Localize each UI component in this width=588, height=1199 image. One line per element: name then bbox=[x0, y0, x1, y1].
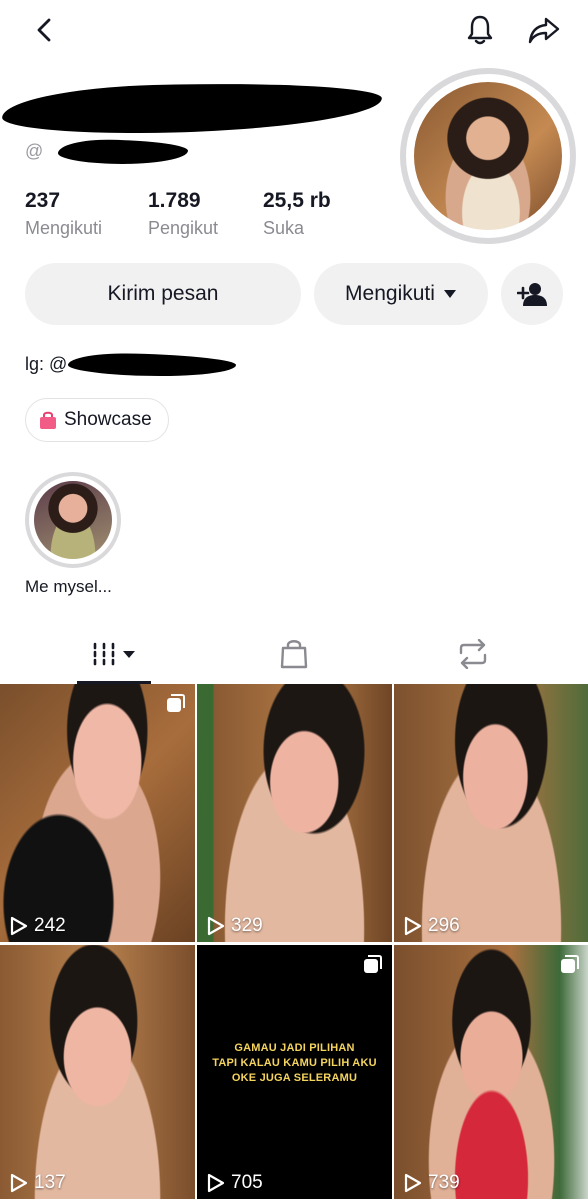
send-message-button[interactable]: Kirim pesan bbox=[25, 263, 301, 325]
view-count: 242 bbox=[10, 915, 66, 937]
following-label: Mengikuti bbox=[25, 218, 103, 238]
shopping-bag-icon bbox=[40, 411, 56, 429]
likes-label: Suka bbox=[263, 218, 305, 238]
avatar[interactable] bbox=[400, 68, 576, 244]
stat-likes[interactable]: 25,5 rb Suka bbox=[263, 188, 331, 240]
handle-redaction bbox=[57, 138, 189, 166]
view-count-value: 329 bbox=[231, 915, 263, 936]
showcase-label: Showcase bbox=[64, 409, 152, 430]
video-thumbnail[interactable]: 137 bbox=[0, 945, 195, 1199]
tab-reposts[interactable] bbox=[437, 624, 509, 684]
view-count: 739 bbox=[404, 1172, 460, 1194]
bag-icon bbox=[280, 640, 308, 669]
tab-videos[interactable] bbox=[77, 624, 151, 684]
view-count: 296 bbox=[404, 915, 460, 937]
grid-icon bbox=[93, 642, 135, 666]
view-count-value: 137 bbox=[34, 1172, 66, 1193]
followers-count: 1.789 bbox=[148, 189, 201, 212]
back-button[interactable] bbox=[23, 8, 67, 52]
bio-redaction bbox=[67, 351, 237, 379]
multi-photo-icon bbox=[561, 955, 579, 973]
chevron-left-icon bbox=[37, 18, 51, 42]
username-redaction bbox=[1, 79, 383, 137]
highlight-thumbnail bbox=[34, 481, 112, 559]
bell-icon bbox=[467, 15, 493, 45]
stat-followers[interactable]: 1.789 Pengikut bbox=[148, 188, 218, 240]
play-icon bbox=[404, 916, 422, 936]
video-thumbnail[interactable]: 739 bbox=[394, 945, 588, 1199]
view-count: 705 bbox=[207, 1172, 263, 1194]
likes-count: 25,5 rb bbox=[263, 189, 331, 212]
send-message-label: Kirim pesan bbox=[107, 282, 219, 305]
video-thumbnail[interactable]: 296 bbox=[394, 684, 588, 942]
multi-photo-icon bbox=[364, 955, 382, 973]
view-count-value: 705 bbox=[231, 1172, 263, 1193]
following-button-label: Mengikuti bbox=[345, 282, 435, 305]
play-icon bbox=[207, 1173, 225, 1193]
view-count-value: 296 bbox=[428, 915, 460, 936]
video-caption-overlay: GAMAU JADI PILIHAN TAPI KALAU KAMU PILIH… bbox=[197, 1041, 392, 1086]
caption-line: TAPI KALAU KAMU PILIH AKU bbox=[212, 1057, 377, 1069]
caption-line: OKE JUGA SELERAMU bbox=[231, 1072, 358, 1084]
play-icon bbox=[10, 916, 28, 936]
view-count: 329 bbox=[207, 915, 263, 937]
view-count-value: 242 bbox=[34, 915, 66, 936]
add-friend-button[interactable] bbox=[501, 263, 563, 325]
handle: @ bbox=[25, 141, 43, 162]
tab-shop[interactable] bbox=[258, 624, 330, 684]
following-count: 237 bbox=[25, 189, 61, 212]
view-count-value: 739 bbox=[428, 1172, 460, 1193]
caption-line: GAMAU JADI PILIHAN bbox=[234, 1042, 355, 1054]
video-thumbnail[interactable]: GAMAU JADI PILIHAN TAPI KALAU KAMU PILIH… bbox=[197, 945, 392, 1199]
play-icon bbox=[404, 1173, 422, 1193]
multi-photo-icon bbox=[167, 694, 185, 712]
bio-prefix: lg: @ bbox=[25, 354, 68, 374]
video-grid: 242 329 296 137 GAMAU JADI PILIHAN TAPI … bbox=[0, 684, 588, 1199]
video-thumbnail[interactable]: 329 bbox=[197, 684, 392, 942]
share-arrow-icon bbox=[528, 17, 560, 44]
stat-following[interactable]: 237 Mengikuti bbox=[25, 188, 102, 240]
following-dropdown-button[interactable]: Mengikuti bbox=[314, 263, 488, 325]
bio: lg: @ bbox=[25, 354, 67, 375]
handle-prefix: @ bbox=[25, 141, 44, 161]
caret-down-icon bbox=[443, 290, 456, 298]
highlight-label: Me mysel... bbox=[25, 577, 112, 596]
followers-label: Pengikut bbox=[148, 218, 219, 238]
avatar-photo bbox=[414, 82, 562, 230]
notification-button[interactable] bbox=[458, 8, 502, 52]
add-user-icon bbox=[517, 283, 547, 306]
view-count: 137 bbox=[10, 1172, 66, 1194]
highlight-story[interactable] bbox=[25, 472, 121, 568]
play-icon bbox=[10, 1173, 28, 1193]
repost-icon bbox=[459, 639, 487, 669]
video-thumbnail[interactable]: 242 bbox=[0, 684, 195, 942]
play-icon bbox=[207, 916, 225, 936]
share-button[interactable] bbox=[522, 8, 566, 52]
showcase-button[interactable]: Showcase bbox=[25, 398, 169, 442]
